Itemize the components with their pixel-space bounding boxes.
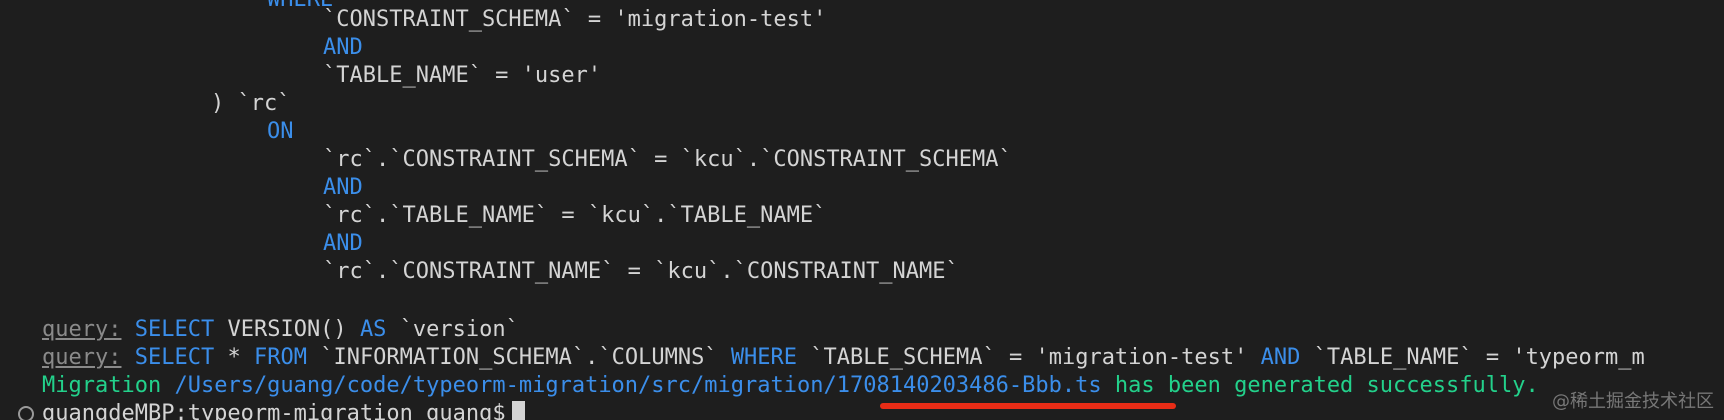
sql-keyword-and: AND — [323, 35, 363, 60]
circle-outline-icon — [18, 406, 34, 420]
shell-prompt[interactable]: guangdeMBP:typeorm-migration guang$ — [42, 400, 525, 420]
watermark-text: @稀土掘金技术社区 — [1552, 391, 1714, 412]
query-label: query: — [42, 345, 122, 370]
highlight-underline — [880, 403, 1176, 409]
terminal-output[interactable]: WHERE `CONSTRAINT_SCHEMA` = 'migration-t… — [0, 0, 1724, 420]
sql-line: ) `rc` — [211, 91, 291, 116]
sql-keyword-on: ON — [267, 119, 294, 144]
migration-success-message: has been generated successfully. — [1114, 373, 1539, 398]
sql-line: `CONSTRAINT_SCHEMA` = 'migration-test' — [323, 7, 827, 32]
migration-success-line: Migration /Users/guang/code/typeorm-migr… — [42, 372, 1539, 400]
query-columns-line: query: SELECT * FROM `INFORMATION_SCHEMA… — [42, 345, 1645, 370]
sql-line: `rc`.`CONSTRAINT_SCHEMA` = `kcu`.`CONSTR… — [323, 147, 1012, 172]
migration-prefix: Migration — [42, 373, 162, 398]
sql-line: `TABLE_NAME` = 'user' — [323, 63, 602, 88]
sql-keyword-and: AND — [323, 231, 363, 256]
sql-keyword-and: AND — [323, 175, 363, 200]
sql-line: `rc`.`CONSTRAINT_NAME` = `kcu`.`CONSTRAI… — [323, 259, 959, 284]
migration-file-path[interactable]: /Users/guang/code/typeorm-migration/src/… — [174, 373, 1101, 398]
query-version-line: query: SELECT VERSION() AS `version` — [42, 317, 519, 342]
query-label: query: — [42, 317, 122, 342]
sql-line: `rc`.`TABLE_NAME` = `kcu`.`TABLE_NAME` — [323, 203, 827, 228]
text-cursor — [511, 401, 525, 420]
